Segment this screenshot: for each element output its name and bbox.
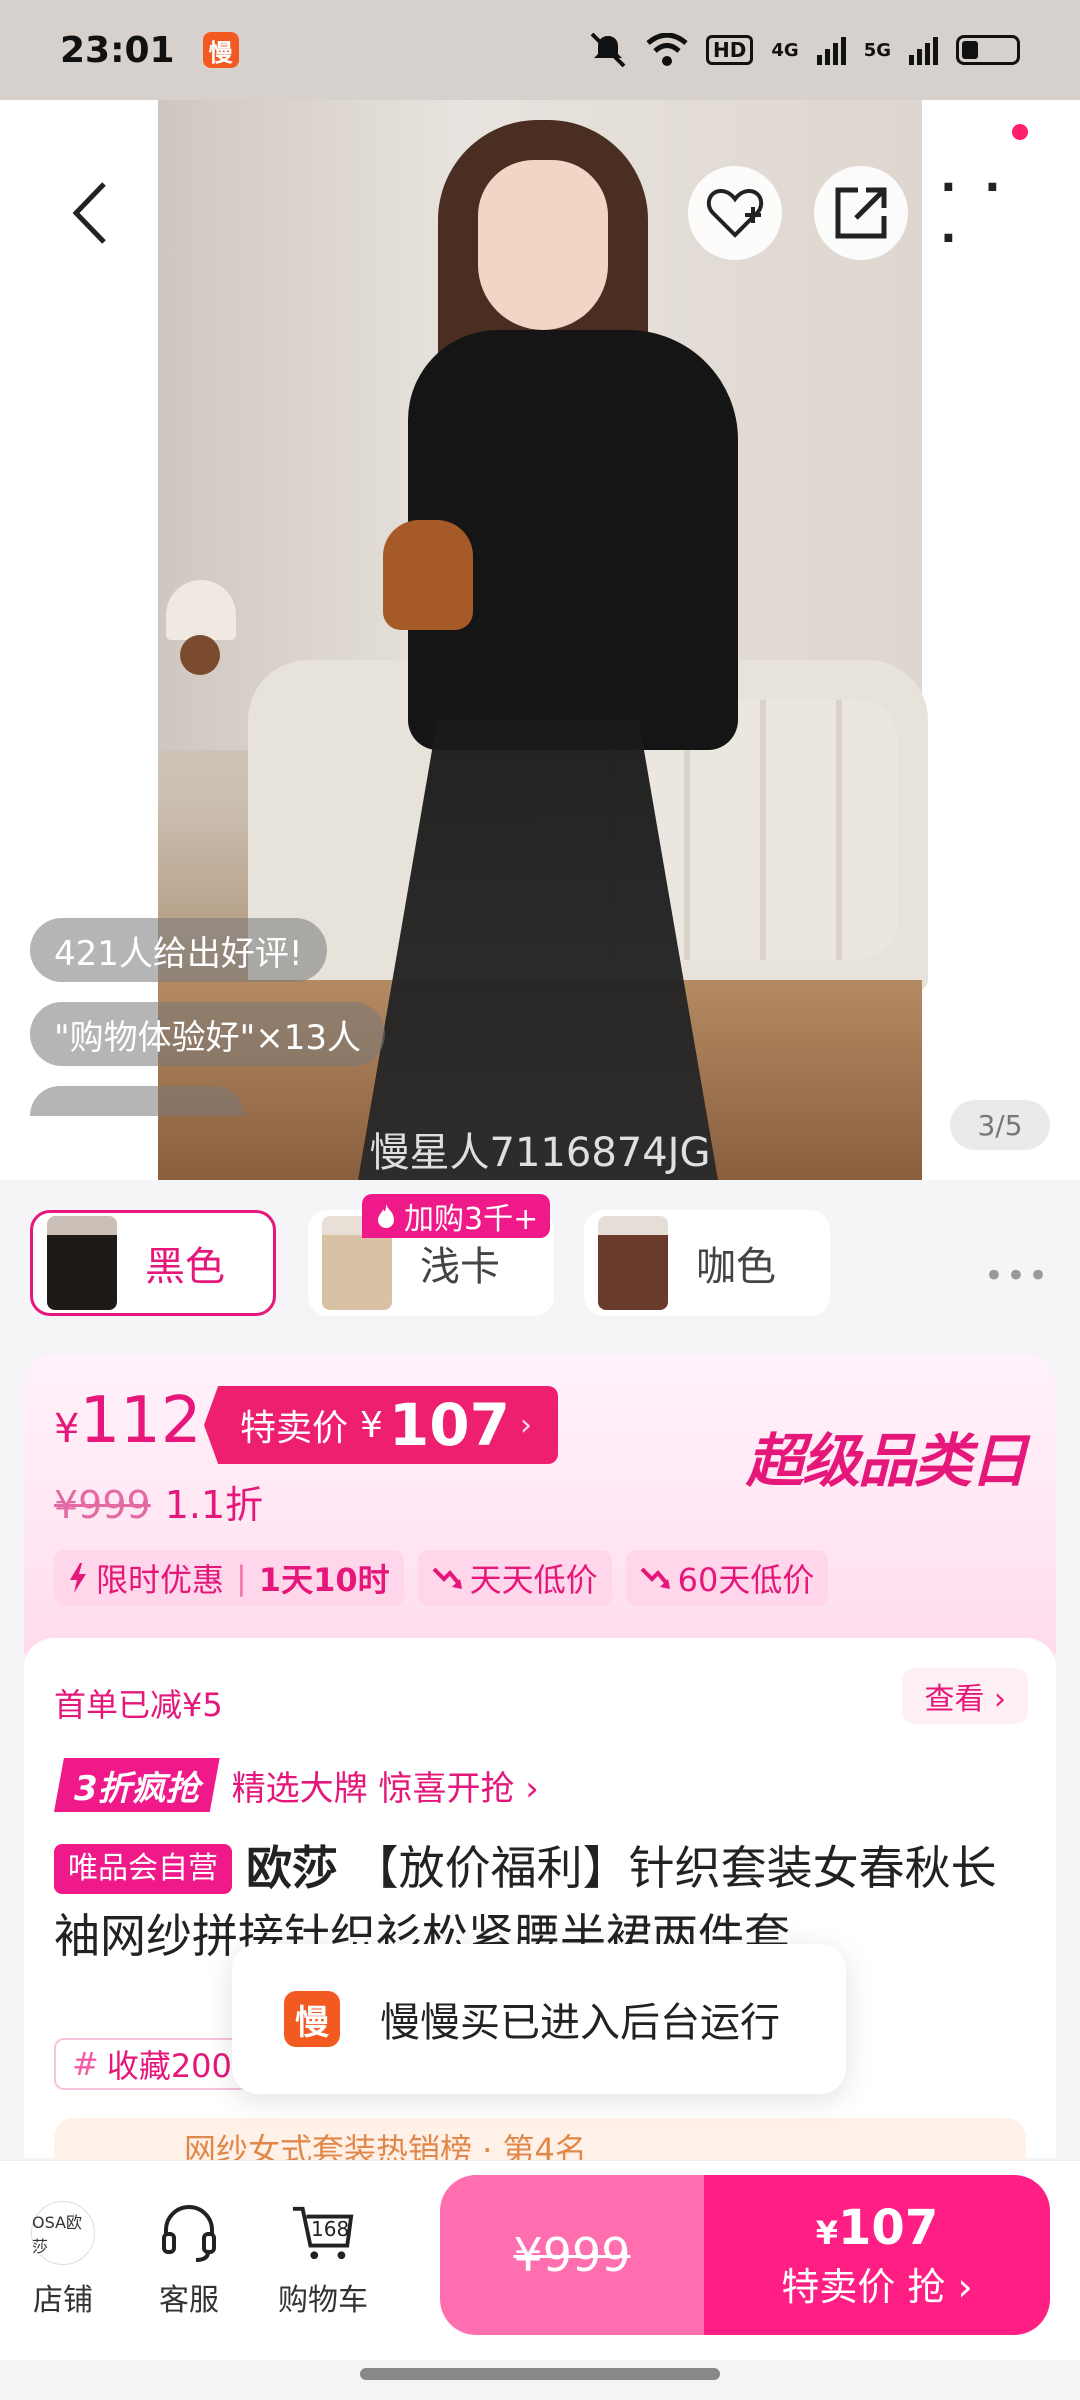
buy-now-button[interactable]: ¥107 特卖价 抢 ›: [704, 2175, 1050, 2335]
more-button[interactable]: · · ·: [940, 162, 1034, 264]
review-bubble: 421人给出好评!: [30, 918, 327, 982]
hot-tag-label: 加购3千+: [404, 1202, 539, 1237]
vip-self-operated-badge: 唯品会自营: [54, 1844, 232, 1894]
customer-service-button[interactable]: 客服: [134, 2201, 244, 2319]
view-button[interactable]: 查看 ›: [902, 1668, 1028, 1724]
battery-icon: [956, 35, 1020, 65]
home-indicator[interactable]: [360, 2368, 720, 2380]
status-time: 23:01: [60, 29, 175, 71]
flame-icon: [378, 1204, 394, 1228]
signal-5g-icon: [909, 35, 938, 65]
shop-label: 店铺: [33, 2283, 93, 2318]
cart-count: 168: [311, 2217, 350, 2241]
special-price-tag[interactable]: 特卖价 ¥ 107 ›: [204, 1386, 558, 1464]
app-notification-icon: 慢: [202, 32, 239, 68]
back-button[interactable]: [44, 166, 138, 260]
special-price-label: 特卖价: [240, 1408, 349, 1449]
color-option-black[interactable]: 黑色: [30, 1210, 276, 1316]
cart-label: 购物车: [278, 2283, 368, 2318]
color-swatch: [47, 1216, 117, 1310]
image-watermark: 慢星人7116874JG: [369, 1130, 711, 1176]
brand-name: 欧莎: [246, 1841, 338, 1895]
status-icons: HD 4G 5G: [588, 32, 1020, 68]
shop-button[interactable]: OSA欧莎 店铺: [8, 2201, 118, 2319]
color-option-brown[interactable]: 咖色: [584, 1210, 830, 1316]
share-button[interactable]: [814, 166, 908, 260]
color-selector: 加购3千+ 黑色 浅卡 咖色 •••: [0, 1180, 1080, 1320]
network-4g-label: 4G: [771, 39, 799, 61]
promo-text: 精选大牌 惊喜开抢 ›: [231, 1768, 539, 1809]
hd-badge: HD: [706, 35, 754, 65]
super-category-day-logo: 超级品类日: [745, 1427, 1028, 1495]
promo-badge: 3折疯抢: [54, 1758, 220, 1812]
hot-tag: 加购3千+: [362, 1194, 551, 1238]
product-image-carousel[interactable]: · · · 421人给出好评! "购物体验好"×13人 慢星人7116874JG…: [0, 100, 1080, 1180]
buy-action-label: 特卖价 抢 ›: [781, 2264, 973, 2309]
price-tags: 限时优惠 | 1天10时 天天低价 60天低价: [54, 1550, 829, 1606]
service-label: 客服: [159, 2283, 219, 2318]
first-order-discount: 首单已减¥5: [54, 1686, 223, 1724]
lightning-icon: [70, 1563, 86, 1593]
review-bubble: [30, 1086, 244, 1116]
heart-plus-icon: [706, 188, 764, 238]
share-icon: [835, 187, 887, 239]
special-price-value: 107: [388, 1391, 510, 1459]
notification-dot: [1012, 124, 1028, 140]
trend-down-icon: [640, 1567, 670, 1589]
image-counter: 3/5: [950, 1100, 1050, 1150]
toast-message: 慢慢买已进入后台运行: [380, 2000, 780, 2046]
daily-low-price-tag: 天天低价: [417, 1550, 612, 1606]
favorite-button[interactable]: [688, 166, 782, 260]
original-price-button[interactable]: ¥999: [440, 2175, 704, 2335]
network-5g-label: 5G: [863, 39, 891, 61]
wifi-icon: [646, 33, 688, 66]
review-bubble: "购物体验好"×13人: [30, 1002, 386, 1066]
current-price: ¥112: [54, 1384, 202, 1458]
app-icon: 慢: [284, 1991, 340, 2047]
more-colors-icon[interactable]: •••: [984, 1256, 1050, 1296]
buy-buttons: ¥999 ¥107 特卖价 抢 ›: [440, 2175, 1050, 2335]
background-run-toast: 慢 慢慢买已进入后台运行: [232, 1944, 846, 2094]
hash-icon: #: [72, 2045, 99, 2083]
cart-button[interactable]: 168 购物车: [268, 2201, 378, 2319]
bottom-action-bar: OSA欧莎 店铺 客服 168 购物车 ¥999 ¥107 特卖价 抢 ›: [0, 2160, 1080, 2360]
trend-down-icon: [432, 1567, 462, 1589]
color-label: 浅卡: [420, 1244, 500, 1290]
sixty-day-low-tag: 60天低价: [625, 1550, 829, 1606]
signal-4g-icon: [816, 35, 846, 65]
shop-logo: OSA欧莎: [31, 2201, 95, 2265]
headset-icon: [162, 2205, 216, 2262]
color-swatch: [598, 1216, 668, 1310]
price-card: ¥112 特卖价 ¥ 107 › 超级品类日 ¥999 1.1折 限时优惠 | 1天1…: [24, 1354, 1056, 1654]
color-label: 黑色: [145, 1244, 225, 1290]
favorites-tag[interactable]: # 收藏200: [54, 2038, 250, 2090]
chevron-right-icon: ›: [520, 1407, 532, 1443]
back-arrow-icon: [72, 182, 106, 244]
status-bar: 23:01 慢 HD 4G 5G: [0, 0, 1080, 100]
color-label: 咖色: [696, 1244, 776, 1290]
original-price: ¥999 1.1折: [54, 1483, 264, 1527]
limited-offer-tag: 限时优惠 | 1天10时: [54, 1550, 404, 1606]
buy-price: ¥107: [815, 2199, 939, 2256]
promo-row[interactable]: 3折疯抢 精选大牌 惊喜开抢 ›: [54, 1758, 539, 1812]
mute-icon: [590, 32, 626, 68]
